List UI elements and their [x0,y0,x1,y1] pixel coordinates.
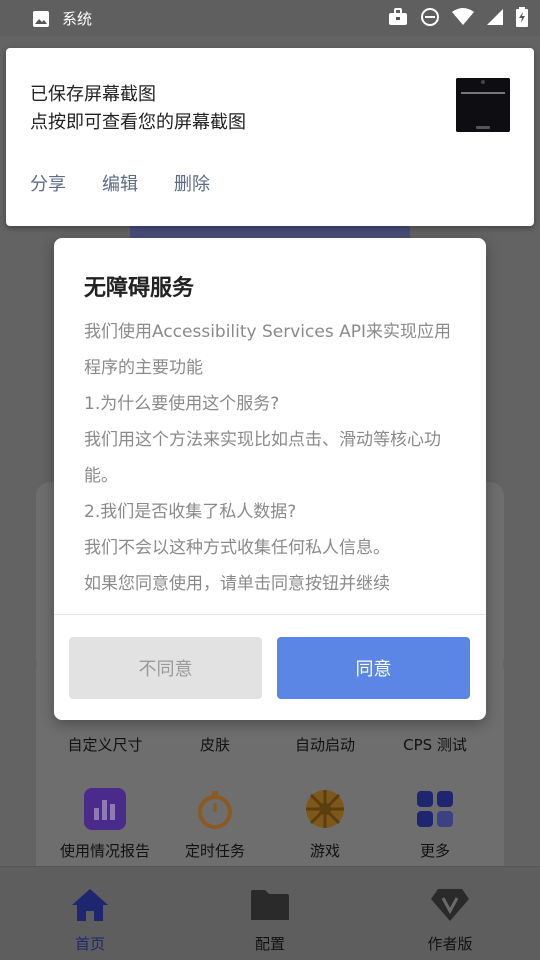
screenshot-notification[interactable]: 已保存屏幕截图 点按即可查看您的屏幕截图 分享 编辑 删除 [6,48,534,226]
grid-label: 使用情况报告 [59,842,150,860]
nav-label: 首页 [74,935,105,953]
dialog-paragraph: 我们使用Accessibility Services API来实现应用程序的主要… [84,322,451,378]
dialog-body: 我们使用Accessibility Services API来实现应用程序的主要… [84,314,466,602]
grid-label: CPS 测试 [403,736,467,754]
stopwatch-icon [194,788,236,830]
signal-icon [486,8,504,26]
diamond-v-icon [390,885,510,925]
edit-button[interactable]: 编辑 [102,170,138,196]
grid-label: 自动启动 [294,736,355,754]
nav-label: 作者版 [427,935,473,953]
battery-icon [516,7,528,27]
home-icon [30,885,150,925]
grid-item-custom-size[interactable]: 自定义尺寸 [45,734,165,755]
grid-label: 游戏 [309,842,340,860]
grid-item-skin[interactable]: 皮肤 [155,734,275,755]
grid-item-auto-start[interactable]: 自动启动 [265,734,385,755]
game-wheel-icon [304,788,346,830]
dialog-paragraph: 1.为什么要使用这个服务? [84,394,280,414]
dialog-paragraph: 我们不会以这种方式收集任何私人信息。 [84,538,390,558]
dialog-paragraph: 2.我们是否收集了私人数据? [84,502,297,522]
status-bar: 系统 [0,0,540,36]
grid-label: 自定义尺寸 [67,736,143,754]
delete-button[interactable]: 删除 [174,170,210,196]
status-app-label: 系统 [62,10,93,28]
grid-label: 定时任务 [184,842,245,860]
grid-item-usage-report[interactable]: 使用情况报告 [45,788,165,861]
grid-item-cps-test[interactable]: CPS 测试 [375,734,495,755]
nav-author-edition[interactable]: 作者版 [390,885,510,954]
briefcase-icon [388,8,408,26]
dialog-paragraph: 我们用这个方法来实现比如点击、滑动等核心功能。 [84,430,441,486]
nav-config[interactable]: 配置 [210,885,330,954]
bar-chart-icon [84,788,126,830]
dialog-title: 无障碍服务 [84,276,195,301]
grid-item-scheduled-task[interactable]: 定时任务 [155,788,275,861]
more-grid-icon [414,788,456,830]
nav-home[interactable]: 首页 [30,885,150,954]
wifi-icon [452,8,474,26]
gallery-icon [32,10,50,28]
grid-label: 皮肤 [199,736,230,754]
notification-subtitle: 点按即可查看您的屏幕截图 [30,112,246,133]
agree-button[interactable]: 同意 [277,637,470,699]
grid-label: 更多 [419,842,450,860]
bottom-nav: 首页 配置 作者版 [0,866,540,960]
disagree-button[interactable]: 不同意 [69,637,262,699]
share-button[interactable]: 分享 [30,170,66,196]
grid-item-more[interactable]: 更多 [375,788,495,861]
dnd-icon [420,7,440,27]
nav-label: 配置 [254,935,285,953]
notification-title: 已保存屏幕截图 [30,84,156,105]
screenshot-thumbnail[interactable] [456,78,510,132]
dialog-divider [54,614,486,615]
accessibility-dialog: 无障碍服务 我们使用Accessibility Services API来实现应… [54,238,486,720]
folder-icon [210,885,330,925]
dialog-paragraph: 如果您同意使用，请单击同意按钮并继续 [84,574,390,594]
grid-item-games[interactable]: 游戏 [265,788,385,861]
